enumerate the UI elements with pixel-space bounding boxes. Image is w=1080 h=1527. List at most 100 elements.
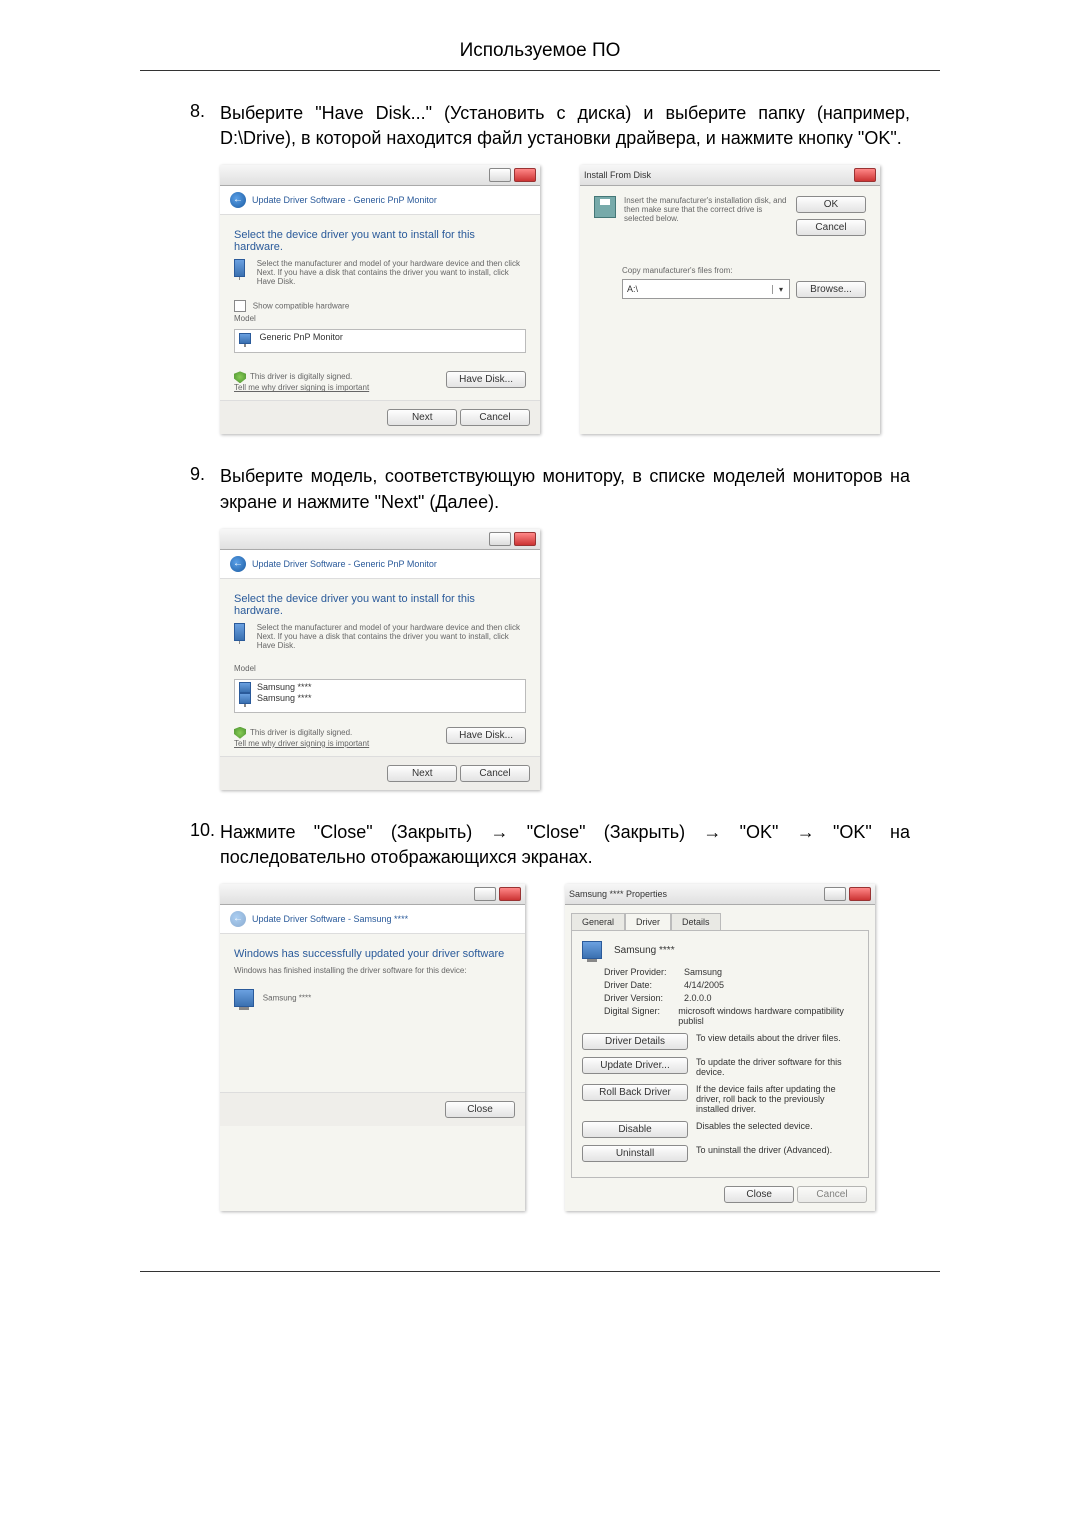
dialog-device-properties: Samsung **** Properties General Driver D… [565,884,875,1211]
cancel-button-bottom: Cancel [797,1186,867,1203]
dialog-install-from-disk: Install From Disk Insert the manufacture… [580,165,880,434]
dialog-hint: Select the manufacturer and model of you… [257,623,526,650]
breadcrumb: Update Driver Software - Samsung **** [252,914,408,924]
path-value: A:\ [623,284,772,294]
divider-top [140,70,940,71]
monitor-icon [234,989,254,1007]
device-name: Samsung **** [614,945,675,956]
have-disk-button[interactable]: Have Disk... [446,727,526,744]
driver-details-button[interactable]: Driver Details [582,1033,688,1050]
shield-icon [234,727,246,739]
model-label: Model [234,314,526,323]
copy-from-label: Copy manufacturer's files from: [622,266,866,275]
help-button[interactable] [824,887,846,901]
step-8: 8. Выберите "Have Disk..." (Установить с… [190,101,910,151]
dialog-update-success: ← Update Driver Software - Samsung **** … [220,884,525,1211]
instruction-text: Insert the manufacturer's installation d… [624,196,788,223]
step-9-num: 9. [190,464,220,514]
show-compatible-checkbox[interactable] [234,300,246,312]
model-item[interactable]: Samsung **** [257,682,312,692]
minimize-button[interactable] [489,168,511,182]
monitor-icon [239,333,251,344]
value-version: 2.0.0.0 [684,993,712,1003]
monitor-icon [239,682,251,693]
desc-uninstall: To uninstall the driver (Advanced). [696,1145,858,1155]
cancel-button[interactable]: Cancel [460,409,530,426]
cancel-button[interactable]: Cancel [460,765,530,782]
label-provider: Driver Provider: [604,967,684,977]
chevron-down-icon[interactable]: ▾ [772,285,789,294]
breadcrumb: Update Driver Software - Generic PnP Mon… [252,195,437,205]
close-button[interactable]: Close [445,1101,515,1118]
rollback-button[interactable]: Roll Back Driver [582,1084,688,1101]
next-button[interactable]: Next [387,409,457,426]
close-button[interactable] [854,168,876,182]
signing-link[interactable]: Tell me why driver signing is important [234,739,369,748]
divider-bottom [140,1271,940,1272]
shield-icon [234,371,246,383]
label-version: Driver Version: [604,993,684,1003]
model-item[interactable]: Generic PnP Monitor [260,332,343,342]
minimize-button[interactable] [489,532,511,546]
browse-button[interactable]: Browse... [796,281,866,298]
desc-update: To update the driver software for this d… [696,1057,858,1077]
step-10-num: 10. [190,820,220,870]
tab-driver[interactable]: Driver [625,913,671,930]
desc-details: To view details about the driver files. [696,1033,858,1043]
path-dropdown[interactable]: A:\ ▾ [622,279,790,299]
minimize-button[interactable] [474,887,496,901]
label-signer: Digital Signer: [604,1006,678,1026]
show-compatible-label: Show compatible hardware [253,302,350,311]
model-label: Model [234,664,526,673]
back-icon[interactable]: ← [230,192,246,208]
dialog-title: Install From Disk [584,170,651,180]
update-driver-button[interactable]: Update Driver... [582,1057,688,1074]
tab-details[interactable]: Details [671,913,721,930]
value-provider: Samsung [684,967,722,977]
step-8-text: Выберите "Have Disk..." (Установить с ди… [220,101,910,151]
monitor-icon [582,941,602,959]
step-9: 9. Выберите модель, соответствующую мони… [190,464,910,514]
have-disk-button[interactable]: Have Disk... [446,371,526,388]
disable-button[interactable]: Disable [582,1121,688,1138]
close-button[interactable] [514,168,536,182]
label-date: Driver Date: [604,980,684,990]
value-date: 4/14/2005 [684,980,724,990]
page-title: Используемое ПО [0,40,1080,62]
back-icon: ← [230,911,246,927]
tab-general[interactable]: General [571,913,625,930]
monitor-icon [234,623,245,641]
monitor-icon [239,693,251,704]
ok-button[interactable]: OK [796,196,866,213]
dialog-update-driver: ← Update Driver Software - Generic PnP M… [220,165,540,434]
next-button[interactable]: Next [387,765,457,782]
close-button-bottom[interactable]: Close [724,1186,794,1203]
close-button[interactable] [514,532,536,546]
signed-label: This driver is digitally signed. [250,372,352,381]
model-item[interactable]: Samsung **** [257,693,312,703]
dialog-heading: Select the device driver you want to ins… [234,593,526,617]
dialog-heading: Windows has successfully updated your dr… [234,948,511,960]
device-name: Samsung **** [263,994,311,1003]
model-listbox[interactable]: Samsung **** Samsung **** [234,679,526,713]
signed-label: This driver is digitally signed. [250,728,352,737]
cancel-button[interactable]: Cancel [796,219,866,236]
step-9-text: Выберите модель, соответствующую монитор… [220,464,910,514]
close-button[interactable] [499,887,521,901]
signing-link[interactable]: Tell me why driver signing is important [234,383,369,392]
step-8-num: 8. [190,101,220,151]
monitor-icon [234,259,245,277]
desc-disable: Disables the selected device. [696,1121,858,1131]
dialog-heading: Select the device driver you want to ins… [234,229,526,253]
model-listbox[interactable]: Generic PnP Monitor [234,329,526,353]
value-signer: microsoft windows hardware compatibility… [678,1006,858,1026]
step-10: 10. Нажмите "Close" (Закрыть) → "Close" … [190,820,910,870]
uninstall-button[interactable]: Uninstall [582,1145,688,1162]
close-button[interactable] [849,887,871,901]
dialog-select-model: ← Update Driver Software - Generic PnP M… [220,529,540,790]
dialog-subtext: Windows has finished installing the driv… [234,966,511,975]
desc-rollback: If the device fails after updating the d… [696,1084,858,1114]
dialog-hint: Select the manufacturer and model of you… [257,259,526,286]
back-icon[interactable]: ← [230,556,246,572]
breadcrumb: Update Driver Software - Generic PnP Mon… [252,559,437,569]
